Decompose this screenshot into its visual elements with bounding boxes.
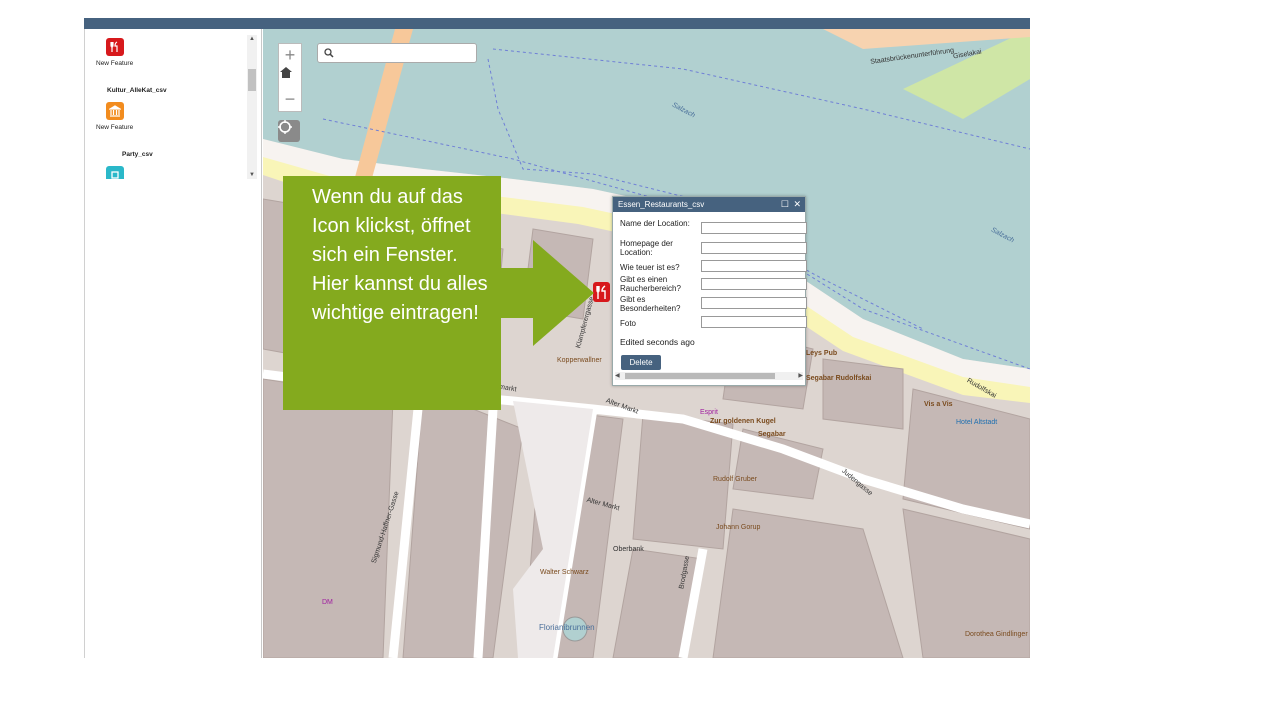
- feature-label[interactable]: New Feature: [96, 124, 133, 131]
- poi-label: Segabar: [758, 431, 786, 438]
- zoom-controls: + −: [278, 43, 302, 112]
- field-label: Wie teuer ist es?: [620, 263, 680, 272]
- edited-status: Edited seconds ago: [620, 337, 695, 347]
- poi-label: Segabar Rudolfskai: [806, 375, 872, 382]
- arrow-icon: [497, 240, 594, 346]
- poi-label: Leys Pub: [806, 350, 838, 357]
- poi-label: Vis a Vis: [924, 401, 953, 408]
- restaurant-icon[interactable]: [106, 38, 124, 56]
- poi-label: Esprit: [700, 409, 718, 416]
- layer-heading: Party_csv: [122, 151, 153, 158]
- photo-field[interactable]: [701, 316, 807, 328]
- museum-icon[interactable]: [106, 102, 124, 120]
- feature-template-list: New Feature Kultur_AlleKat_csv New Featu…: [85, 29, 245, 179]
- locate-button[interactable]: [278, 120, 300, 142]
- name-field[interactable]: [701, 222, 807, 234]
- instruction-callout: Wenn du auf das Icon klickst, öffnet sic…: [283, 176, 501, 410]
- feature-popup: Essen_Restaurants_csv ☐ ✕ Name der Locat…: [612, 196, 807, 386]
- poi-label: Hotel Altstadt: [956, 419, 998, 426]
- field-label: Homepage der Location:: [620, 239, 673, 257]
- features-field[interactable]: [701, 297, 807, 309]
- poi-label: Florianibrunnen: [539, 623, 595, 632]
- maximize-icon[interactable]: ☐: [781, 197, 789, 212]
- zoom-out-button[interactable]: −: [279, 88, 301, 110]
- field-label: Gibt es einen Raucherbereich?: [620, 275, 681, 293]
- poi-label: Oberbank: [613, 546, 644, 553]
- sidebar-scrollbar[interactable]: ▲ ▼: [247, 35, 257, 179]
- smoking-field[interactable]: [701, 278, 807, 290]
- scroll-right-icon[interactable]: ▶: [798, 372, 803, 379]
- feature-label[interactable]: New Feature: [96, 60, 133, 67]
- delete-button[interactable]: Delete: [621, 355, 661, 370]
- home-icon: [280, 67, 292, 78]
- scroll-down-icon[interactable]: ▼: [248, 171, 256, 179]
- poi-label: Dorothea Gindlinger: [965, 631, 1028, 638]
- callout-text: Wenn du auf das Icon klickst, öffnet sic…: [312, 186, 488, 324]
- field-label: Name der Location:: [620, 219, 690, 228]
- scroll-thumb[interactable]: [248, 69, 256, 91]
- search-icon: [324, 48, 334, 58]
- top-bar: [84, 18, 1030, 29]
- scroll-thumb[interactable]: [625, 373, 775, 379]
- home-button[interactable]: [279, 66, 301, 88]
- poi-label: Zur goldenen Kugel: [710, 418, 776, 425]
- search-input[interactable]: [317, 43, 477, 63]
- poi-label: Kopperwallner: [557, 357, 602, 364]
- layer-heading: Kultur_AlleKat_csv: [107, 87, 167, 94]
- sidebar: New Feature Kultur_AlleKat_csv New Featu…: [84, 29, 262, 658]
- scroll-up-icon[interactable]: ▲: [248, 35, 256, 43]
- popup-scrollbar[interactable]: ◀ ▶: [615, 372, 803, 380]
- restaurant-marker[interactable]: [593, 282, 610, 302]
- poi-label: DM: [322, 599, 333, 606]
- restaurant-icon: [596, 285, 606, 299]
- locate-icon: [278, 120, 292, 134]
- close-icon[interactable]: ✕: [793, 197, 801, 212]
- price-field[interactable]: [701, 260, 807, 272]
- poi-label: Johann Gorup: [716, 524, 761, 531]
- popup-title: Essen_Restaurants_csv: [613, 197, 805, 212]
- zoom-in-button[interactable]: +: [279, 44, 301, 66]
- poi-label: Walter Schwarz: [540, 569, 589, 576]
- field-label: Foto: [620, 319, 637, 328]
- homepage-field[interactable]: [701, 242, 807, 254]
- party-icon[interactable]: [106, 166, 124, 179]
- field-label: Gibt es Besonderheiten?: [620, 295, 681, 313]
- scroll-left-icon[interactable]: ◀: [615, 372, 620, 379]
- poi-label: Rudolf Gruber: [713, 476, 757, 483]
